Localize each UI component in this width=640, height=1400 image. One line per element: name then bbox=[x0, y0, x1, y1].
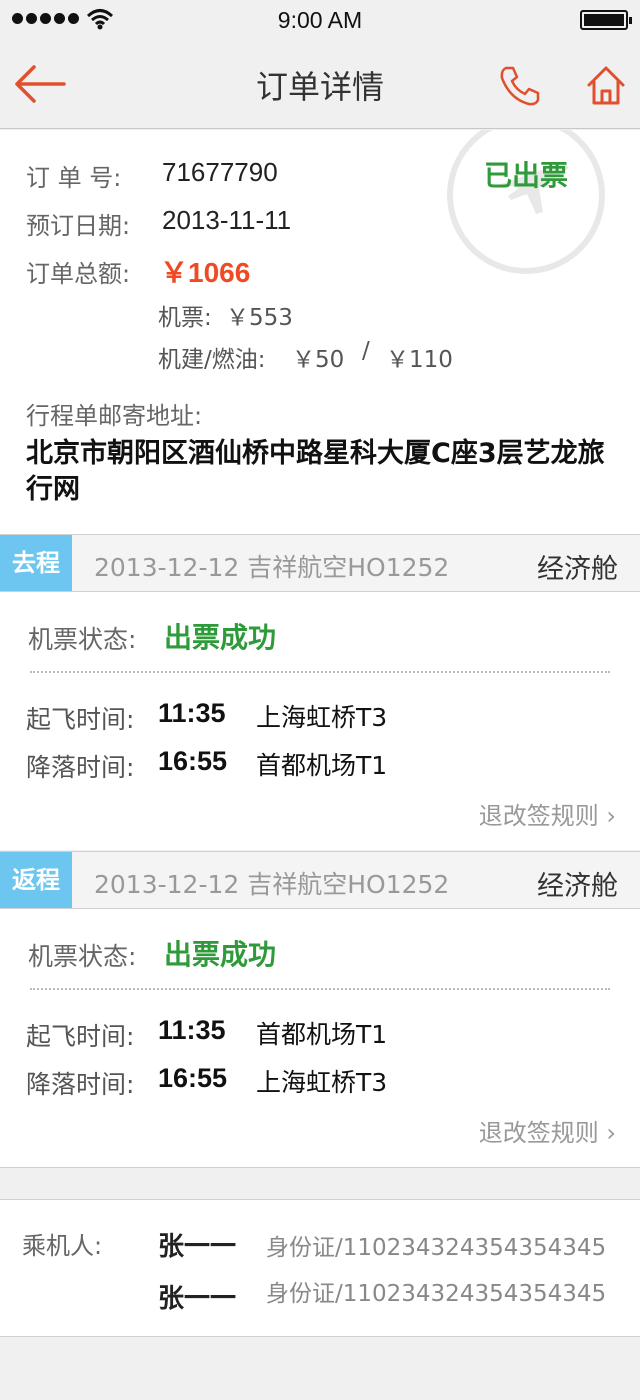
cabin-class: 经济舱 bbox=[537, 554, 618, 585]
order-number: 71677790 bbox=[162, 157, 278, 187]
arrive-airport: 上海虹桥T3 bbox=[256, 1068, 388, 1097]
flight-info: 2013-12-12 吉祥航空HO1252 bbox=[94, 553, 450, 582]
tax-separator: / bbox=[362, 338, 370, 364]
segment-body-return: 机票状态: 出票成功 起飞时间: 11:35 首都机场T1 降落时间: 16:5… bbox=[0, 909, 640, 1168]
address-label: 行程单邮寄地址: bbox=[26, 402, 203, 430]
ticket-status-label: 机票状态: bbox=[28, 625, 137, 654]
passenger-name: 张一一 bbox=[158, 1232, 237, 1262]
ticket-status: 出票成功 bbox=[164, 621, 277, 654]
segment-header-outbound: 去程 2013-12-12 吉祥航空HO1252 经济舱 bbox=[0, 534, 640, 592]
tax-label: 机建/燃油: bbox=[158, 347, 266, 373]
passenger-label: 乘机人: bbox=[22, 1232, 103, 1260]
order-total: ￥1066 bbox=[160, 257, 251, 288]
order-number-label: 订 单 号: bbox=[26, 164, 122, 192]
ticket-price-label: 机票: bbox=[158, 305, 212, 331]
status-bar: 9:00 AM bbox=[0, 0, 640, 40]
order-date: 2013-11-11 bbox=[162, 205, 292, 235]
divider bbox=[30, 988, 610, 990]
depart-time: 11:35 bbox=[158, 698, 226, 728]
depart-airport: 上海虹桥T3 bbox=[256, 703, 388, 732]
segment-header-return: 返程 2013-12-12 吉祥航空HO1252 经济舱 bbox=[0, 851, 640, 909]
depart-airport: 首都机场T1 bbox=[256, 1020, 388, 1049]
arrive-time: 16:55 bbox=[158, 1063, 228, 1093]
cabin-class: 经济舱 bbox=[537, 871, 618, 902]
arrive-label: 降落时间: bbox=[26, 1070, 135, 1099]
arrive-time: 16:55 bbox=[158, 746, 228, 776]
ticket-status-label: 机票状态: bbox=[28, 942, 137, 971]
fuel-surcharge: ￥110 bbox=[386, 347, 453, 373]
battery-icon bbox=[580, 10, 632, 30]
status-time: 9:00 AM bbox=[277, 7, 363, 33]
order-total-label: 订单总额: bbox=[26, 260, 131, 288]
change-rules-link[interactable]: 退改签规则 › bbox=[479, 796, 616, 831]
segment-tag: 返程 bbox=[0, 852, 72, 908]
ticket-price: ￥553 bbox=[226, 305, 293, 331]
depart-label: 起飞时间: bbox=[26, 705, 135, 734]
order-summary: 已出票 订 单 号: 71677790 预订日期: 2013-11-11 订单总… bbox=[0, 130, 640, 534]
depart-time: 11:35 bbox=[158, 1015, 226, 1045]
depart-label: 起飞时间: bbox=[26, 1022, 135, 1051]
ticketed-stamp bbox=[447, 130, 605, 274]
passenger-id: 身份证/110234324354354345 bbox=[266, 1235, 607, 1261]
divider bbox=[30, 671, 610, 673]
ticket-status-stamp-text: 已出票 bbox=[484, 159, 569, 192]
segment-tag: 去程 bbox=[0, 535, 72, 591]
ticket-status: 出票成功 bbox=[164, 938, 277, 971]
airport-tax: ￥50 bbox=[292, 347, 345, 373]
phone-icon[interactable] bbox=[498, 64, 542, 108]
segment-body-outbound: 机票状态: 出票成功 起飞时间: 11:35 上海虹桥T3 降落时间: 16:5… bbox=[0, 592, 640, 850]
passenger-section: 乘机人: 张一一 身份证/110234324354354345 张一一 身份证/… bbox=[0, 1199, 640, 1337]
flight-info: 2013-12-12 吉祥航空HO1252 bbox=[94, 870, 450, 899]
arrive-airport: 首都机场T1 bbox=[256, 751, 388, 780]
order-date-label: 预订日期: bbox=[26, 212, 131, 240]
home-icon[interactable] bbox=[586, 64, 626, 106]
arrive-label: 降落时间: bbox=[26, 753, 135, 782]
passenger-id: 身份证/110234324354354345 bbox=[266, 1281, 607, 1307]
mailing-address: 北京市朝阳区酒仙桥中路星科大厦C座3层艺龙旅行网 bbox=[26, 438, 605, 505]
passenger-name: 张一一 bbox=[158, 1284, 237, 1314]
nav-bar: 订单详情 bbox=[0, 40, 640, 129]
change-rules-link[interactable]: 退改签规则 › bbox=[479, 1113, 616, 1148]
page-title: 订单详情 bbox=[255, 68, 384, 106]
